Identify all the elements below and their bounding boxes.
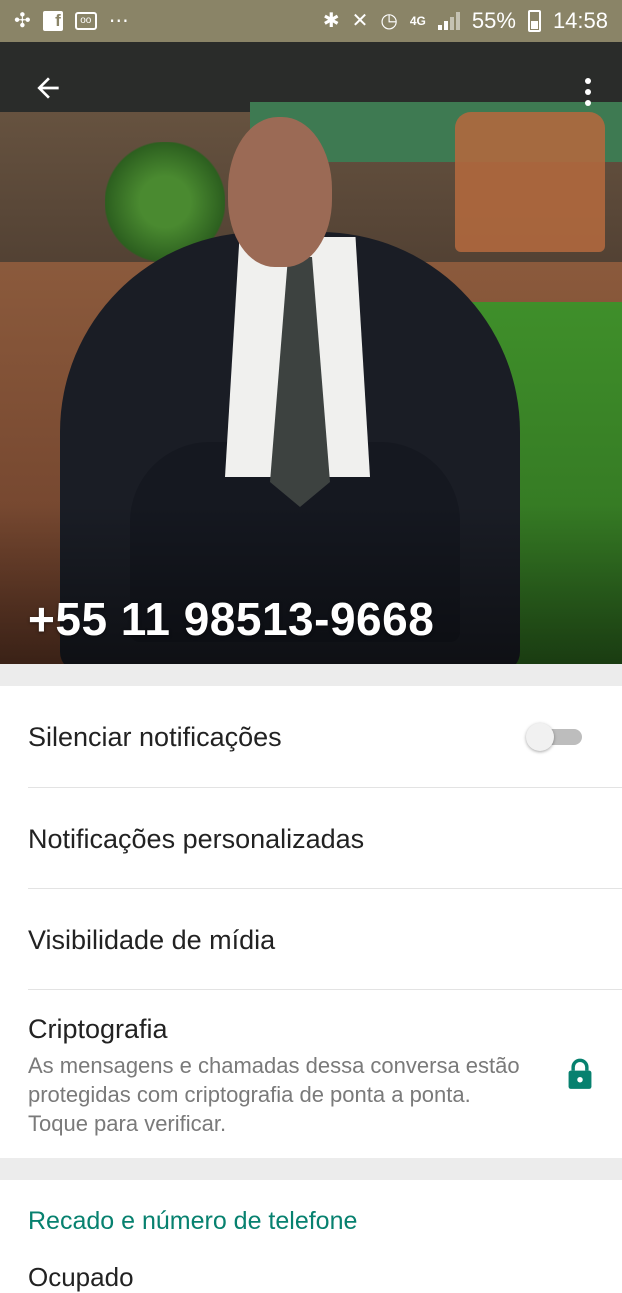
alarm-icon: ◷ — [380, 10, 398, 32]
custom-notifications-label: Notificações personalizadas — [28, 824, 365, 854]
mute-notifications-row[interactable]: Silenciar notificações — [0, 686, 622, 787]
section-gap — [0, 1158, 622, 1180]
facebook-notification-icon: f — [42, 11, 63, 31]
custom-notifications-row[interactable]: Notificações personalizadas — [0, 788, 622, 888]
battery-icon — [527, 10, 541, 32]
clock: 14:58 — [552, 8, 608, 33]
signal-icon — [437, 12, 460, 30]
mute-notifications-label: Silenciar notificações — [28, 722, 282, 752]
back-button[interactable] — [28, 72, 68, 112]
encryption-description: As mensagens e chamadas dessa conversa e… — [28, 1053, 520, 1136]
contact-photo[interactable] — [0, 42, 622, 664]
section-gap — [0, 664, 622, 686]
media-visibility-label: Visibilidade de mídia — [28, 925, 276, 955]
voicemail-notification-icon: oo — [74, 12, 97, 30]
mute-notifications-toggle[interactable] — [526, 723, 582, 751]
mute-status-icon: ✕ — [351, 10, 369, 32]
encryption-title: Criptografia — [28, 1014, 168, 1044]
more-notifications-icon: ⋯ — [108, 10, 129, 32]
status-bar: ✣ f oo ⋯ ✱ ✕ ◷ 4G 55% 14:58 — [0, 0, 622, 42]
media-visibility-row[interactable]: Visibilidade de mídia — [0, 889, 622, 989]
lock-icon — [568, 1058, 592, 1089]
more-options-button[interactable] — [576, 72, 600, 112]
arrow-left-icon — [37, 77, 59, 99]
about-section: Recado e número de telefone Ocupado — [0, 1180, 622, 1292]
network-type-label: 4G — [409, 14, 426, 28]
more-vert-icon — [585, 78, 591, 84]
about-section-title: Recado e número de telefone — [28, 1207, 358, 1235]
bluetooth-icon: ✱ — [322, 10, 340, 32]
contact-name: +55 11 98513-9668 — [28, 593, 435, 645]
about-status-text[interactable]: Ocupado — [28, 1262, 134, 1293]
battery-percentage: 55% — [471, 8, 516, 33]
encryption-row[interactable]: Criptografia As mensagens e chamadas des… — [0, 990, 622, 1158]
fan-notification-icon: ✣ — [14, 10, 31, 32]
